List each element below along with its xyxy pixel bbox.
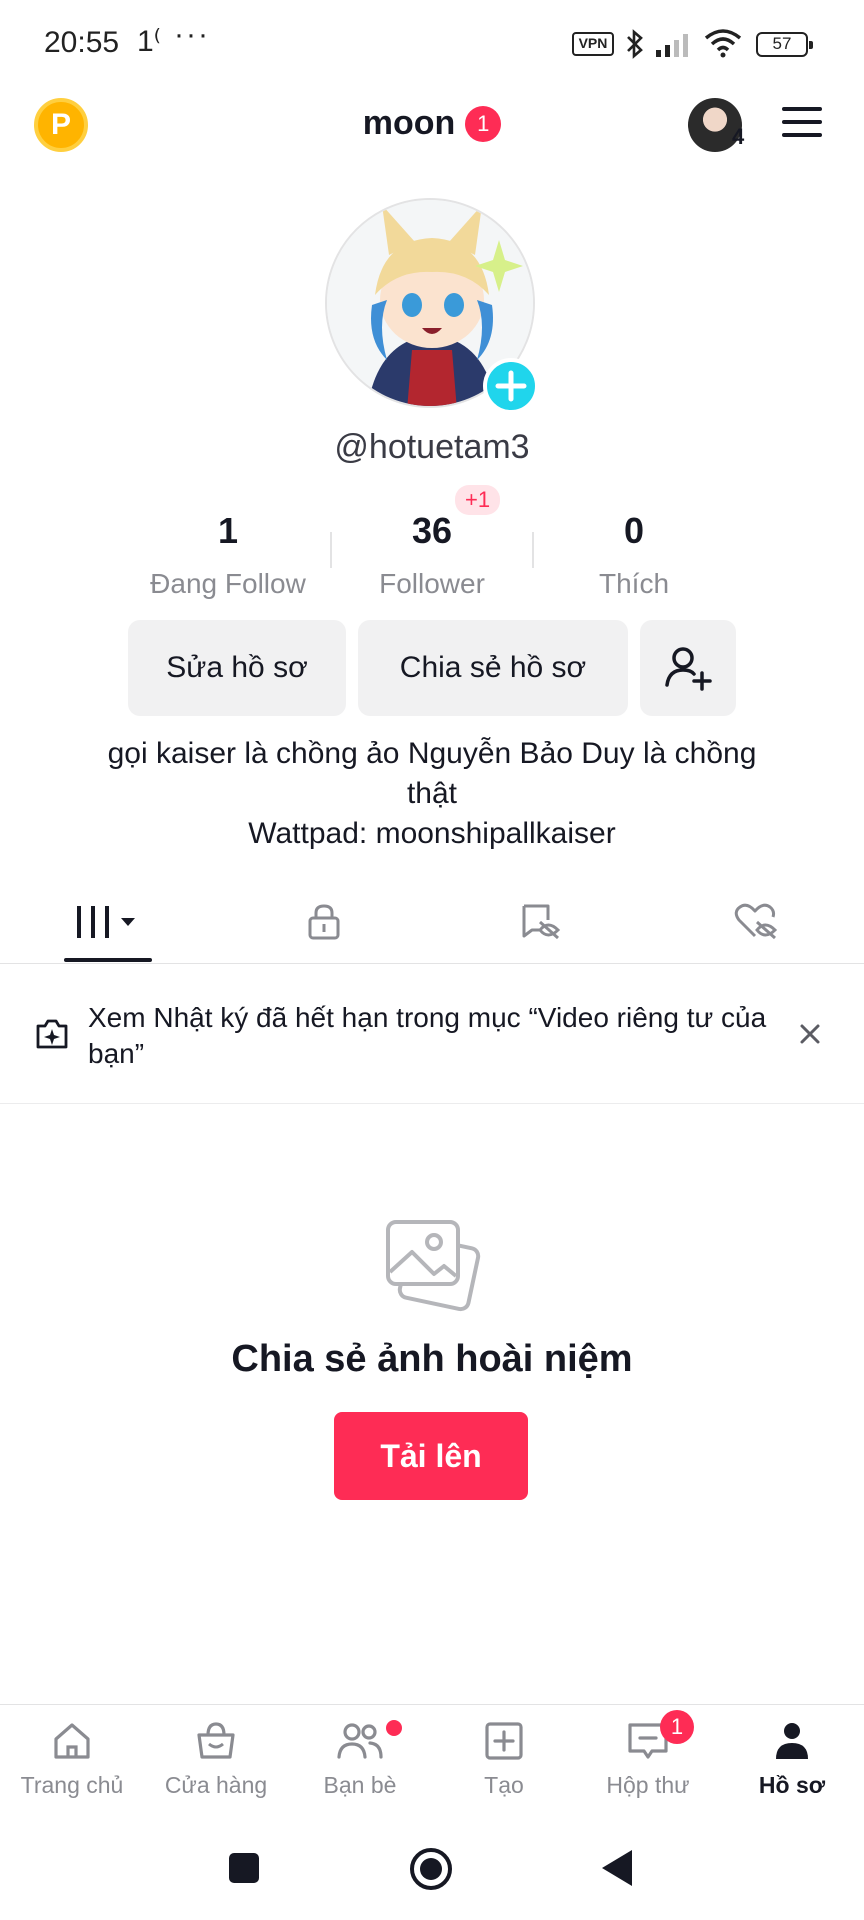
tab-videos[interactable] xyxy=(0,880,216,964)
wifi-icon xyxy=(703,26,743,58)
sparkle-camera-icon xyxy=(34,1016,70,1052)
home-icon xyxy=(0,1718,144,1764)
add-friend-button[interactable] xyxy=(640,620,736,716)
videos-grid-icon xyxy=(73,902,143,942)
empty-state-title: Chia sẻ ảnh hoài niệm xyxy=(231,1338,633,1380)
stat-likes[interactable]: 0 Thích xyxy=(534,510,734,600)
photo-stack-icon xyxy=(382,1216,482,1316)
status-time: 20:55 xyxy=(44,26,120,59)
status-more-icon: ··· xyxy=(174,18,210,51)
profile-handle: @hotuetam3 xyxy=(334,428,530,466)
active-tab-indicator xyxy=(64,958,152,962)
back-button[interactable] xyxy=(600,1848,634,1888)
status-extra: 1⁽ xyxy=(137,25,162,58)
bluetooth-icon xyxy=(625,28,645,60)
edit-profile-button[interactable]: Sửa hồ sơ xyxy=(128,620,346,716)
upload-button[interactable]: Tải lên xyxy=(334,1412,528,1500)
friends-dot-badge xyxy=(386,1720,402,1736)
inbox-count-badge: 1 xyxy=(660,1710,694,1744)
profile-icon xyxy=(720,1718,864,1764)
notification-badge: 1 xyxy=(465,105,502,142)
tab-private[interactable] xyxy=(216,880,432,964)
bio-line: gọi kaiser là chồng ảo Nguyễn Bảo Duy là… xyxy=(107,737,757,770)
share-profile-button[interactable]: Chia sẻ hồ sơ xyxy=(358,620,628,716)
stat-followers-value: 36 xyxy=(411,510,453,551)
nav-label: Bạn bè xyxy=(323,1772,397,1798)
bio-line: Wattpad: moonshipallkaiser xyxy=(248,817,616,850)
username-title: moon xyxy=(362,104,456,142)
nav-label: Hồ sơ xyxy=(758,1772,826,1798)
content-tabs xyxy=(0,880,864,964)
signal-icon xyxy=(654,30,696,58)
stat-following-value: 1 xyxy=(217,510,239,551)
nav-friends[interactable]: Bạn bè xyxy=(288,1718,432,1799)
nav-label: Cửa hàng xyxy=(164,1772,268,1798)
nav-label: Tạo xyxy=(484,1772,524,1798)
stat-following[interactable]: 1 Đang Follow xyxy=(128,510,328,600)
hidden-repost-icon xyxy=(518,902,562,942)
nav-create[interactable]: Tạo xyxy=(432,1718,576,1799)
nav-label: Trang chủ xyxy=(20,1772,124,1798)
stat-following-label: Đang Follow xyxy=(150,568,306,599)
nav-inbox[interactable]: Hộp thư xyxy=(576,1718,720,1799)
tab-reposts[interactable] xyxy=(432,880,648,964)
stat-likes-label: Thích xyxy=(598,568,670,599)
recent-apps-button[interactable] xyxy=(228,1852,260,1884)
battery-icon: 57 xyxy=(756,32,813,57)
vpn-icon: VPN xyxy=(572,32,614,56)
nav-home[interactable]: Trang chủ xyxy=(0,1718,144,1799)
stat-followers-label: Follower xyxy=(379,568,485,599)
tab-liked[interactable] xyxy=(648,880,864,964)
home-button[interactable] xyxy=(408,1846,454,1892)
nav-profile[interactable]: Hồ sơ xyxy=(720,1718,864,1799)
close-icon[interactable] xyxy=(796,1020,824,1048)
account-count: 4 xyxy=(732,124,745,149)
stat-followers[interactable]: 36 Follower xyxy=(332,510,532,600)
create-icon xyxy=(432,1718,576,1764)
lock-icon xyxy=(304,902,344,942)
hidden-like-icon xyxy=(733,902,779,942)
notice-text: Xem Nhật ký đã hết hạn trong mục “Video … xyxy=(88,1002,767,1069)
status-bar: 20:55 1⁽ ··· VPN 57 xyxy=(0,0,864,80)
shop-icon xyxy=(144,1718,288,1764)
add-avatar-button[interactable] xyxy=(483,358,539,414)
menu-icon[interactable] xyxy=(780,104,824,140)
profile-bio: gọi kaiser là chồng ảo Nguyễn Bảo Duy là… xyxy=(40,734,824,854)
inbox-icon xyxy=(576,1718,720,1764)
add-friend-icon xyxy=(640,620,736,716)
nav-label: Hộp thư xyxy=(606,1772,690,1798)
stat-likes-value: 0 xyxy=(623,510,645,551)
friends-icon xyxy=(288,1718,432,1764)
bio-line: thật xyxy=(406,777,458,810)
nav-shop[interactable]: Cửa hàng xyxy=(144,1718,288,1799)
